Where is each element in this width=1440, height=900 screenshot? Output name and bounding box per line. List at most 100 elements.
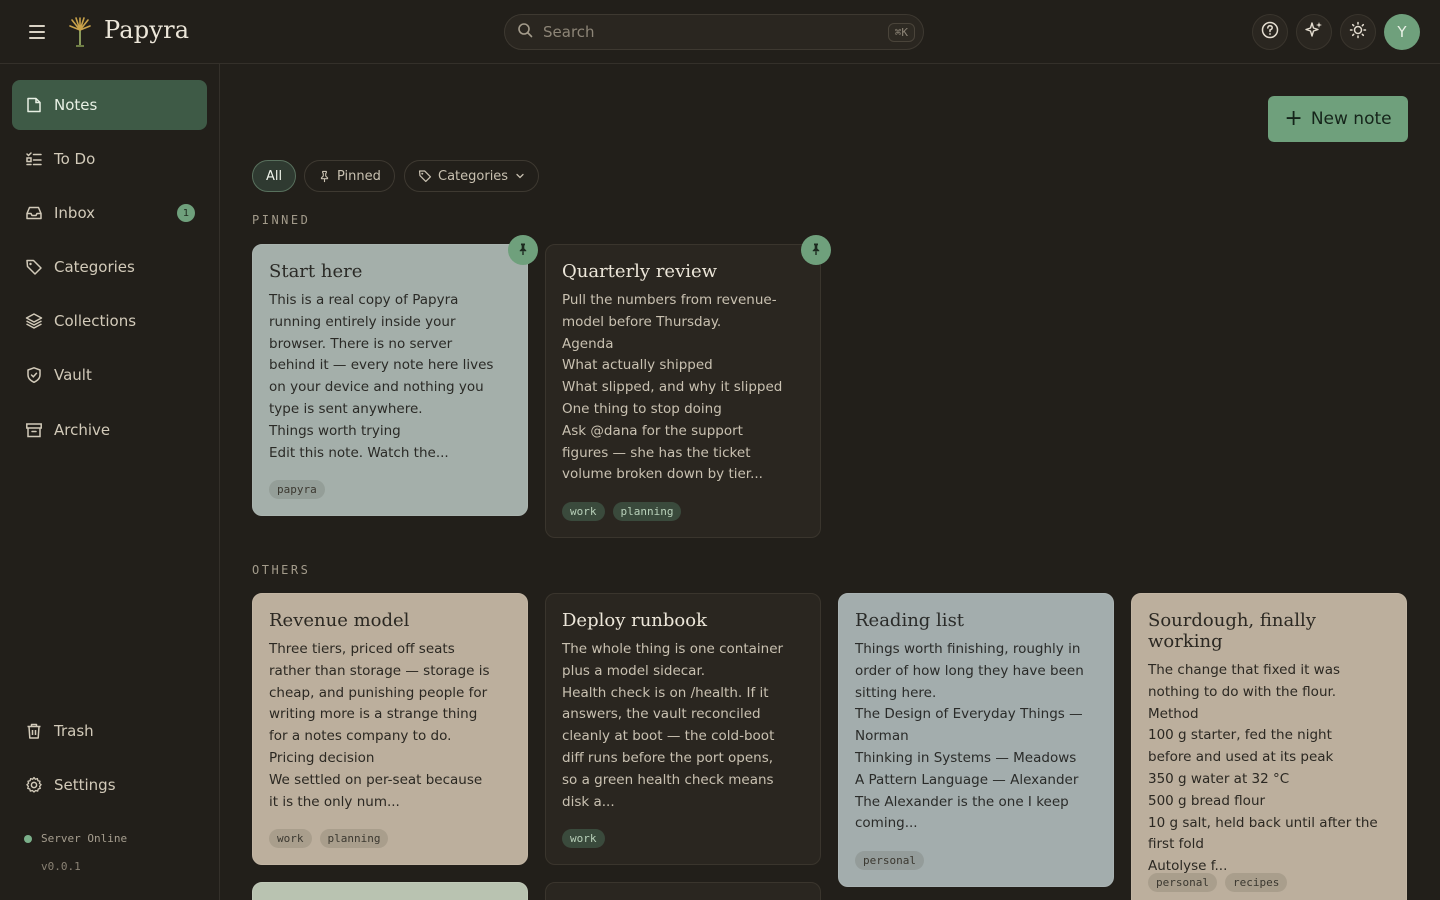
note-line: Edit this note. Watch the... (269, 444, 449, 461)
new-note-button[interactable]: + New note (1268, 96, 1408, 142)
tag-chip[interactable]: work (562, 502, 605, 521)
tag-chip[interactable]: personal (1148, 873, 1217, 892)
sidebar-item-label: Inbox (54, 204, 96, 222)
note-line: cheap, and punishing people for (269, 684, 488, 701)
search-input[interactable]: Search ⌘K (504, 14, 924, 50)
note-tags: work (562, 829, 605, 848)
note-line: The change that fixed it was (1148, 662, 1341, 678)
note-line: This is a real copy of Papyra (269, 292, 459, 308)
note-line: 350 g water at 32 °C (1148, 770, 1290, 787)
tag-chip[interactable]: papyra (269, 480, 325, 499)
help-button[interactable] (1252, 14, 1288, 50)
menu-icon[interactable] (24, 20, 52, 44)
note-line: nothing to do with the flour. (1148, 683, 1337, 700)
note-line: 500 g bread flour (1148, 792, 1266, 809)
tag-chip[interactable]: personal (855, 851, 924, 870)
tag-chip[interactable]: recipes (1224, 873, 1288, 892)
sidebar: Notes To Do Inbox 1 Categories Collectio… (0, 64, 220, 900)
sparkle-icon (1304, 20, 1324, 44)
help-icon (1261, 21, 1279, 43)
sidebar-item-archive[interactable]: Archive (12, 405, 207, 455)
avatar[interactable]: Y (1384, 14, 1420, 50)
note-line: What actually shipped (562, 357, 713, 374)
sidebar-item-label: To Do (54, 150, 96, 168)
note-card[interactable]: Quarterly review Pull the numbers from r… (545, 244, 821, 538)
sidebar-item-notes[interactable]: Notes (12, 80, 207, 130)
sidebar-item-label: Settings (54, 776, 116, 794)
note-line: A Pattern Language — Alexander (855, 771, 1079, 788)
note-preview: The whole thing is one container plus a … (562, 639, 804, 813)
note-tags: work planning (269, 829, 389, 848)
note-line: The whole thing is one container (562, 641, 784, 657)
new-note-label: New note (1310, 109, 1392, 129)
pin-icon (516, 241, 530, 260)
note-line: cleanly at boot — the cold-boot (562, 728, 775, 745)
sidebar-item-label: Archive (54, 421, 111, 439)
note-line: Pull the numbers from revenue- (562, 292, 777, 308)
note-card[interactable]: Revenue model Three tiers, priced off se… (252, 593, 528, 865)
sidebar-item-settings[interactable]: Settings (12, 760, 207, 810)
sidebar-item-collections[interactable]: Collections (12, 296, 207, 346)
search-icon (517, 22, 533, 42)
tag-chip[interactable]: planning (319, 829, 389, 848)
archive-icon (24, 420, 44, 440)
note-line: answers, the vault reconciled (562, 706, 761, 723)
filter-pinned[interactable]: Pinned (304, 160, 395, 192)
tag-chip[interactable]: planning (612, 502, 682, 521)
note-line: for a notes company to do. (269, 728, 452, 745)
note-line: Method (1148, 705, 1199, 722)
sidebar-item-label: Collections (54, 312, 137, 330)
filter-all[interactable]: All (252, 160, 297, 192)
top-bar: Papyra Search ⌘K Y (0, 0, 1440, 64)
note-line: Three tiers, priced off seats (269, 641, 455, 657)
note-line: 10 g salt, held back until after the (1148, 814, 1378, 831)
note-card[interactable] (545, 882, 821, 900)
filter-categories-dropdown[interactable]: Categories (404, 160, 540, 192)
note-card[interactable]: Reading list Things worth finishing, rou… (838, 593, 1114, 887)
note-line: browser. There is no server (269, 335, 453, 352)
status-dot (24, 834, 32, 843)
tag-chip[interactable]: work (562, 829, 605, 848)
gear-icon (24, 775, 44, 795)
note-card[interactable]: Deploy runbook The whole thing is one co… (545, 593, 821, 865)
note-line: Thinking in Systems — Meadows (855, 749, 1077, 766)
app-version: v0.0.1 (41, 860, 81, 873)
tag-icon (418, 169, 432, 183)
note-line: plus a model sidecar. (562, 662, 706, 679)
note-line: running entirely inside your (269, 313, 456, 330)
trash-icon (24, 721, 44, 741)
note-icon (24, 95, 44, 115)
pin-badge[interactable] (801, 235, 831, 265)
inbox-icon (24, 203, 44, 223)
sun-icon (1349, 21, 1367, 43)
note-tags: work planning (562, 502, 682, 521)
note-card[interactable] (252, 882, 528, 900)
filter-categories-label: Categories (438, 168, 509, 184)
plus-icon: + (1284, 106, 1303, 131)
sidebar-item-label: Trash (54, 722, 94, 740)
note-line: 100 g starter, fed the night (1148, 727, 1332, 744)
sidebar-item-todo[interactable]: To Do (12, 134, 207, 184)
note-card[interactable]: Sourdough, finally working The change th… (1131, 593, 1407, 900)
tag-chip[interactable]: work (269, 829, 312, 848)
pin-icon (318, 170, 331, 183)
note-card[interactable]: Start here This is a real copy of Papyra… (252, 244, 528, 516)
note-title: Deploy runbook (562, 610, 707, 631)
note-line: The Design of Everyday Things — (855, 706, 1083, 723)
pin-badge[interactable] (508, 235, 538, 265)
note-tags: personal recipes (1148, 873, 1288, 892)
ai-sparkle-button[interactable] (1296, 14, 1332, 50)
theme-toggle-button[interactable] (1340, 14, 1376, 50)
inbox-count-badge: 1 (177, 204, 195, 222)
note-line: The Alexander is the one I keep (855, 793, 1069, 810)
server-status-label: Server Online (41, 832, 128, 845)
sidebar-item-vault[interactable]: Vault (12, 350, 207, 400)
note-title: Quarterly review (562, 261, 718, 282)
sidebar-item-categories[interactable]: Categories (12, 242, 207, 292)
tag-icon (24, 257, 44, 277)
note-line: rather than storage — storage is (269, 662, 490, 679)
note-line: Things worth trying (269, 422, 401, 439)
sidebar-item-inbox[interactable]: Inbox 1 (12, 188, 207, 238)
note-line: We settled on per-seat because (269, 771, 483, 788)
sidebar-item-trash[interactable]: Trash (12, 706, 207, 756)
